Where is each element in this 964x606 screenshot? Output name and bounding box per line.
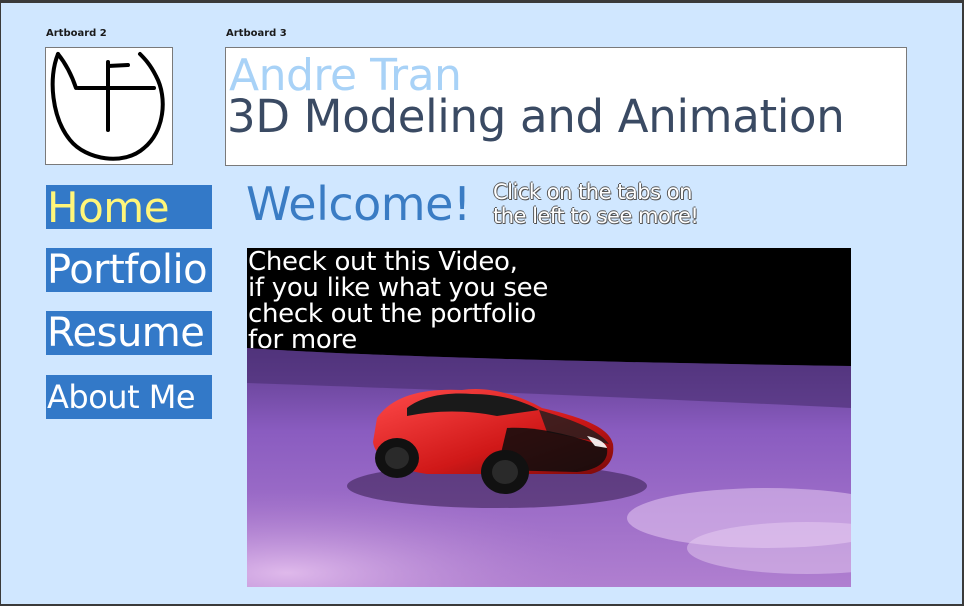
nav-hint-line-1: Click on the tabs on xyxy=(493,180,692,204)
logo-artboard[interactable] xyxy=(45,47,173,165)
nav-hint-text: Click on the tabs on the left to see mor… xyxy=(493,180,699,228)
site-subtitle: 3D Modeling and Animation xyxy=(227,90,845,143)
nav-about-me-label: About Me xyxy=(47,378,196,416)
video-caption-line-2: if you like what you see xyxy=(248,273,549,303)
nav-home-label: Home xyxy=(47,185,170,229)
video-caption-line-1: Check out this Video, xyxy=(248,248,518,277)
nav-hint-line-2: the left to see more! xyxy=(493,204,699,228)
artboard-2-label[interactable]: Artboard 2 xyxy=(46,28,107,39)
video-player[interactable]: Check out this Video, if you like what yo… xyxy=(247,248,851,587)
video-caption-line-3: check out the portfolio xyxy=(248,299,536,329)
nav-home-button[interactable]: Home xyxy=(46,185,212,229)
welcome-heading: Welcome! xyxy=(246,177,471,231)
af-monogram-logo-icon xyxy=(50,52,165,161)
header-banner: Andre Tran 3D Modeling and Animation xyxy=(225,47,907,166)
artboard-3-label[interactable]: Artboard 3 xyxy=(226,28,287,39)
video-caption-line-4: for more xyxy=(248,325,357,355)
nav-resume-label: Resume xyxy=(47,311,205,355)
nav-about-me-button[interactable]: About Me xyxy=(46,375,212,419)
nav-resume-button[interactable]: Resume xyxy=(46,311,212,355)
video-caption: Check out this Video, if you like what yo… xyxy=(248,249,548,353)
nav-portfolio-label: Portfolio xyxy=(47,248,208,292)
nav-portfolio-button[interactable]: Portfolio xyxy=(46,248,212,292)
design-canvas: Artboard 2 Artboard 3 Andre Tran 3D Mode… xyxy=(1,3,962,604)
